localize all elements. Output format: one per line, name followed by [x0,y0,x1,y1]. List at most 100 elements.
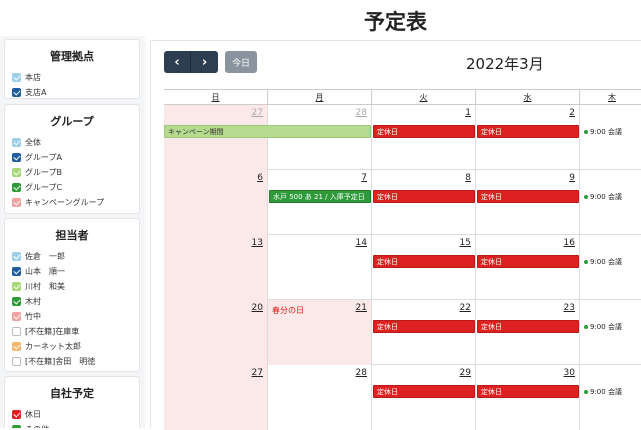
day-cell[interactable] [580,365,641,430]
groups-filter-item[interactable]: キャンペーングループ [5,195,139,210]
staff-filter-item[interactable]: 佐倉 一郎 [5,249,139,264]
day-number[interactable]: 6 [257,173,263,183]
meeting-event[interactable]: 9:00 会議 [584,192,622,202]
checkbox[interactable] [12,282,21,291]
closed-day-event[interactable]: 定休日 [477,190,579,203]
arrival-event[interactable]: 水戸 500 あ 21 / 入庫予定日 [269,190,371,203]
closed-day-event[interactable]: 定休日 [373,255,475,268]
weekday-sun[interactable]: 日 [164,90,268,105]
company-filter-item[interactable]: その他 [5,422,139,428]
groups-filter-item[interactable]: 全体 [5,135,139,150]
checkbox[interactable] [12,168,21,177]
closed-day-event[interactable]: 定休日 [477,125,579,138]
staff-filter-item[interactable]: 竹中 [5,309,139,324]
closed-day-event[interactable]: 定休日 [373,190,475,203]
day-number[interactable]: 9 [569,173,575,183]
checkbox[interactable] [12,297,21,306]
checkbox[interactable] [12,342,21,351]
checkbox[interactable] [12,153,21,162]
day-cell[interactable]: 6 [164,170,268,235]
day-cell[interactable]: 14 [268,235,372,300]
page-title: 予定表 [364,10,427,34]
closed-day-event[interactable]: 定休日 [477,255,579,268]
groups-filter-item[interactable]: グループC [5,180,139,195]
day-number[interactable]: 23 [564,303,575,313]
filter-label: 竹中 [25,312,41,321]
day-number[interactable]: 30 [564,368,575,378]
holiday-label[interactable]: 春分の日 [272,305,304,316]
bases-filter-item[interactable]: 本店 [5,70,139,85]
day-number[interactable]: 21 [356,303,367,313]
day-cell[interactable] [580,105,641,170]
day-number[interactable]: 2 [569,108,575,118]
weekday-wed[interactable]: 水 [476,90,580,105]
day-number[interactable]: 28 [356,108,367,118]
day-number[interactable]: 7 [361,173,367,183]
checkbox[interactable] [12,138,21,147]
day-number[interactable]: 29 [460,368,471,378]
day-number[interactable]: 13 [252,238,263,248]
closed-day-event[interactable]: 定休日 [477,385,579,398]
groups-filter-item[interactable]: グループB [5,165,139,180]
month-nav: ‹ › [164,51,218,73]
checkbox[interactable] [12,88,21,97]
day-cell[interactable]: 27 [164,365,268,430]
meeting-event[interactable]: 9:00 会議 [584,322,622,332]
day-number[interactable]: 22 [460,303,471,313]
checkbox[interactable] [12,198,21,207]
chevron-right-icon: › [201,54,208,70]
staff-filter-item[interactable]: [不在籍]舎田 明徳 [5,354,139,369]
prev-month-button[interactable]: ‹ [164,51,191,73]
filter-label: 川村 和美 [25,282,65,291]
weekday-thu[interactable]: 木 [580,90,641,105]
checkbox[interactable] [12,312,21,321]
day-number[interactable]: 27 [252,368,263,378]
staff-filter-item[interactable]: カーネット太郎 [5,339,139,354]
company-filter-item[interactable]: 休日 [5,407,139,422]
day-number[interactable]: 16 [564,238,575,248]
staff-filter-item[interactable]: 川村 和美 [5,279,139,294]
day-cell[interactable]: 13 [164,235,268,300]
meeting-event[interactable]: 9:00 会議 [584,127,622,137]
day-cell[interactable] [580,170,641,235]
closed-day-event[interactable]: 定休日 [477,320,579,333]
staff-filter-item[interactable]: [不在籍]在庫車 [5,324,139,339]
today-button[interactable]: 今日 [225,51,257,73]
day-number[interactable]: 14 [356,238,367,248]
weekday-tue[interactable]: 火 [372,90,476,105]
day-number[interactable]: 28 [356,368,367,378]
meeting-event[interactable]: 9:00 会議 [584,257,622,267]
filter-label: 本店 [25,73,41,82]
filter-label: 佐倉 一郎 [25,252,65,261]
day-cell[interactable]: 28 [268,365,372,430]
campaign-event[interactable]: キャンペーン期間 [164,125,371,138]
weekday-mon[interactable]: 月 [268,90,372,105]
day-number[interactable]: 15 [460,238,471,248]
checkbox[interactable] [12,410,21,419]
weekday-header: 日 月 火 水 木 [164,89,641,105]
bases-filter-item[interactable]: 支店A [5,85,139,100]
checkbox[interactable] [12,252,21,261]
week-row: 20 21 22 23 春分の日 定休日 定休日 9:00 会議 [164,300,641,365]
checkbox[interactable] [12,327,21,336]
checkbox[interactable] [12,73,21,82]
meeting-event[interactable]: 9:00 会議 [584,387,622,397]
day-number[interactable]: 27 [252,108,263,118]
day-number[interactable]: 1 [465,108,471,118]
day-cell[interactable] [580,300,641,365]
checkbox[interactable] [12,183,21,192]
day-number[interactable]: 8 [465,173,471,183]
staff-filter-item[interactable]: 木村 [5,294,139,309]
staff-filter-item[interactable]: 山本 順一 [5,264,139,279]
closed-day-event[interactable]: 定休日 [373,320,475,333]
checkbox[interactable] [12,357,21,366]
day-number[interactable]: 20 [252,303,263,313]
next-month-button[interactable]: › [191,51,218,73]
day-cell[interactable] [580,235,641,300]
closed-day-event[interactable]: 定休日 [373,125,475,138]
event-dot-icon [584,260,588,264]
groups-filter-item[interactable]: グループA [5,150,139,165]
checkbox[interactable] [12,267,21,276]
day-cell[interactable]: 20 [164,300,268,365]
closed-day-event[interactable]: 定休日 [373,385,475,398]
